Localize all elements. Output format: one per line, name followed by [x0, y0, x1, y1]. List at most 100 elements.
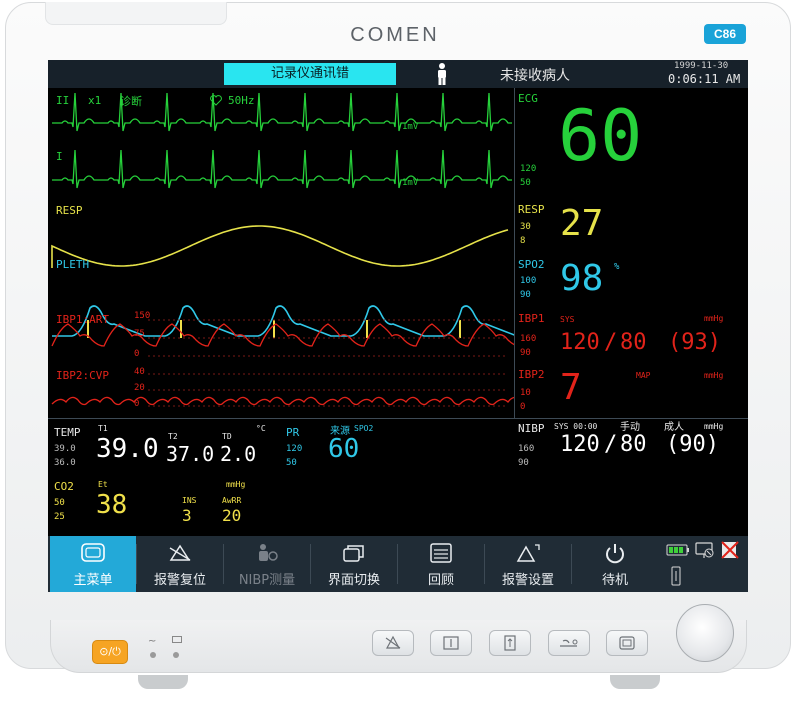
ibp1-sys-value[interactable]: 120: [560, 330, 600, 355]
main-menu-icon: [81, 543, 105, 562]
ecg-notch-filter[interactable]: 50Hz: [228, 94, 255, 107]
td-label: TD: [222, 432, 232, 441]
spo2-value[interactable]: 98: [560, 257, 603, 301]
nibp-map-value[interactable]: (90): [666, 432, 719, 457]
patient-status[interactable]: 未接收病人: [500, 65, 570, 85]
screen-switch-button[interactable]: 界面切换: [311, 536, 397, 592]
ibp2-param-label[interactable]: IBP2: [518, 368, 545, 381]
nibp-dia-value[interactable]: 80: [620, 432, 647, 457]
brand-logo: COMEN: [350, 24, 440, 46]
ac-indicator-icon: ~: [148, 636, 157, 647]
co2-label[interactable]: CO2: [54, 480, 74, 493]
standby-button[interactable]: 待机: [572, 536, 658, 592]
nibp-measure-button[interactable]: NIBP测量: [224, 536, 310, 592]
battery-led: [173, 652, 179, 658]
pleth-wave: [52, 305, 514, 337]
standby-icon: [606, 544, 624, 564]
power-button[interactable]: ⊙/⏻: [92, 640, 128, 664]
heart-rate-value[interactable]: 60: [558, 96, 642, 176]
freeze-icon: [443, 636, 459, 650]
alarm-silence-icon: [385, 635, 401, 649]
td-value[interactable]: 2.0: [220, 442, 256, 466]
record-hardkey[interactable]: [489, 630, 531, 656]
battery-indicator-icon: [172, 636, 182, 643]
hr-alarm-low: 50: [520, 178, 531, 188]
temp-label[interactable]: TEMP: [54, 426, 81, 439]
alarm-setup-button[interactable]: 报警设置: [485, 536, 571, 592]
ecg-lead-label-2[interactable]: I: [56, 150, 63, 163]
review-icon: [430, 543, 452, 563]
co2-unit: mmHg: [226, 480, 246, 489]
ecg-param-label[interactable]: ECG: [518, 92, 538, 105]
spo2-param-label[interactable]: SPO2: [518, 258, 545, 271]
spo2-unit: %: [614, 262, 620, 272]
technical-alarm-banner[interactable]: 记录仪通讯错: [224, 63, 396, 85]
awrr-value[interactable]: 20: [222, 506, 241, 525]
ins-value[interactable]: 3: [182, 506, 192, 525]
ibp2-unit: mmHg: [704, 371, 724, 380]
time-display: 0:06:11 AM: [668, 72, 741, 86]
ibp2-wave: [51, 396, 514, 406]
ibp1-scale-mid: 75: [134, 329, 145, 339]
ibp1-map-value[interactable]: (93): [668, 330, 721, 355]
patient-icon[interactable]: [432, 62, 452, 86]
left-foot: [138, 675, 188, 689]
main-menu-hardkey[interactable]: [606, 630, 648, 656]
temp-alarm-low: 36.0: [54, 458, 76, 468]
t1-value[interactable]: 39.0: [96, 434, 159, 464]
system-status-area: [660, 536, 748, 592]
ibp1-scale-low: 0: [134, 349, 140, 359]
ecg-filter-mode[interactable]: 诊断: [120, 93, 142, 109]
ac-led: [150, 652, 156, 658]
screen-switch-label: 界面切换: [327, 573, 380, 588]
ibp2-scale-low: 0: [134, 399, 140, 409]
nibp-sys-value[interactable]: 120: [560, 432, 600, 457]
ibp2-sub-label: MAP: [636, 371, 651, 380]
ibp1-param-label[interactable]: IBP1: [518, 312, 545, 325]
hr-alarm-high: 120: [520, 164, 537, 174]
ibp2-wave-label[interactable]: IBP2:CVP: [56, 369, 109, 382]
nibp-label[interactable]: NIBP: [518, 422, 545, 435]
pr-value[interactable]: 60: [328, 434, 359, 464]
nibp-measure-label: NIBP测量: [238, 573, 296, 588]
ecg-lead-label[interactable]: II: [56, 94, 69, 107]
ecg-gain[interactable]: x1: [88, 94, 101, 107]
review-button[interactable]: 回顾: [398, 536, 484, 592]
alarm-silence-hardkey[interactable]: [372, 630, 414, 656]
nibp-unit: mmHg: [704, 422, 724, 431]
resp-rate-value[interactable]: 27: [560, 202, 603, 246]
status-bar: 记录仪通讯错 未接收病人 1999-11-30 0:06:11 AM: [48, 60, 748, 88]
spo2-alarm-high: 100: [520, 276, 537, 286]
awrr-label: AwRR: [222, 496, 242, 505]
date-display: 1999-11-30: [674, 61, 729, 71]
pleth-wave-label[interactable]: PLETH: [56, 258, 89, 271]
nibp-alarm-high: 160: [518, 444, 535, 454]
top-handle: [45, 2, 227, 25]
main-menu-button[interactable]: 主菜单: [50, 536, 136, 592]
ibp2-value[interactable]: 7: [560, 366, 582, 410]
resp-wave-label[interactable]: RESP: [56, 204, 83, 217]
co2-alarm-high: 50: [54, 498, 65, 508]
ibp2-scale-mid: 20: [134, 383, 145, 393]
alarm-reset-button[interactable]: 报警复位: [137, 536, 223, 592]
nibp-cuff-icon: [560, 639, 578, 647]
resp-alarm-low: 8: [520, 236, 526, 246]
t2-value[interactable]: 37.0: [166, 442, 214, 466]
pr-label[interactable]: PR: [286, 426, 299, 439]
right-foot: [610, 675, 660, 689]
divider: [514, 88, 515, 418]
pr-alarm-high: 120: [286, 444, 303, 454]
rotary-knob[interactable]: [676, 604, 734, 662]
nibp-hardkey[interactable]: [548, 630, 590, 656]
et-label: Et: [98, 480, 108, 489]
resp-param-label[interactable]: RESP: [518, 203, 545, 216]
ibp2-alarm-high: 10: [520, 388, 531, 398]
ibp1-dia-value[interactable]: 80: [620, 330, 647, 355]
freeze-hardkey[interactable]: [430, 630, 472, 656]
nibp-info: SYS 00:00: [554, 422, 598, 431]
ibp2-alarm-low: 0: [520, 402, 526, 412]
ibp1-wave-label[interactable]: IBP1:ART: [56, 313, 109, 326]
screen-switch-icon: [343, 545, 364, 562]
etco2-value[interactable]: 38: [96, 490, 127, 520]
ibp1-alarm-high: 160: [520, 334, 537, 344]
